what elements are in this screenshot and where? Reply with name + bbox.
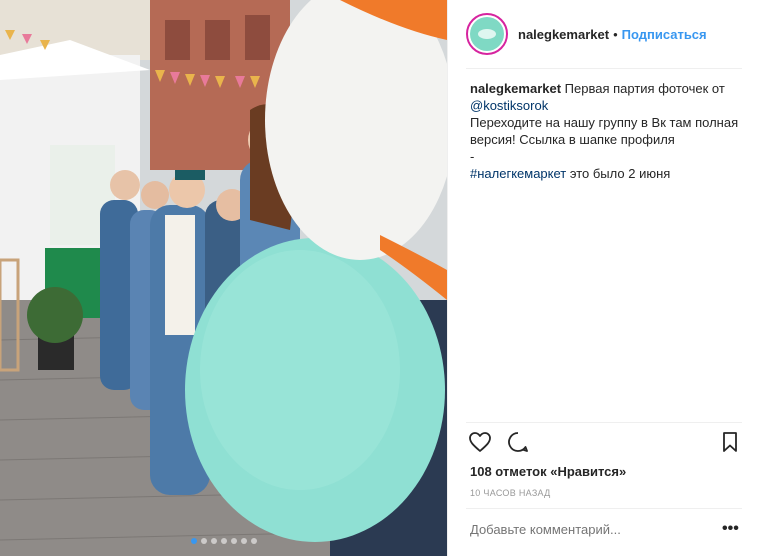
mention-link[interactable]: @kostiksorok [470, 98, 548, 113]
caption-line-1: nalegkemarket Первая партия фоточек от [470, 80, 745, 97]
comment-icon[interactable] [506, 430, 530, 454]
post-header: nalegkemarket • Подписаться [466, 10, 742, 58]
caption-line-3: Переходите на нашу группу в Вк там полна… [470, 115, 739, 130]
carousel-dot[interactable] [250, 538, 257, 544]
likes-count[interactable]: 108 отметок «Нравится» [470, 464, 626, 479]
more-options-icon[interactable]: ••• [722, 520, 739, 538]
photo-illustration [0, 0, 447, 556]
caption-line-5: - [470, 149, 475, 164]
username-link[interactable]: nalegkemarket [518, 27, 609, 42]
actions-divider [466, 422, 742, 423]
post-actions [468, 430, 744, 458]
carousel-dots[interactable] [0, 538, 447, 544]
carousel-dot[interactable] [230, 538, 237, 544]
caption-author-link[interactable]: nalegkemarket [470, 81, 561, 96]
carousel-dot[interactable] [240, 538, 247, 544]
caption-line-6: #налегкемаркет это было 2 июня [470, 165, 745, 182]
post-caption: nalegkemarket Первая партия фоточек от @… [470, 80, 745, 182]
hashtag-link[interactable]: #налегкемаркет [470, 166, 566, 181]
post-timestamp[interactable]: 10 часов назад [470, 488, 551, 498]
separator-dot: • [613, 26, 618, 42]
heart-icon[interactable] [468, 430, 492, 454]
caption-text-1: Первая партия фоточек от [561, 81, 725, 96]
carousel-dot[interactable] [200, 538, 207, 544]
caption-line-4: версия! Ссылка в шапке профиля [470, 132, 675, 147]
carousel-dot[interactable] [220, 538, 227, 544]
post-photo[interactable] [0, 0, 447, 556]
carousel-dot[interactable] [210, 538, 217, 544]
comment-divider [466, 508, 742, 509]
post-sidebar: nalegkemarket • Подписаться nalegkemarke… [447, 0, 760, 556]
header-divider [466, 68, 742, 69]
caption-text-6: это было 2 июня [566, 166, 671, 181]
avatar-logo-icon [470, 17, 504, 51]
avatar[interactable] [466, 13, 508, 55]
bookmark-icon[interactable] [718, 430, 742, 454]
follow-button[interactable]: Подписаться [622, 27, 707, 42]
caption-line-2: @kostiksorok [470, 97, 745, 114]
comment-input[interactable] [470, 522, 670, 537]
carousel-dot[interactable] [190, 538, 197, 544]
